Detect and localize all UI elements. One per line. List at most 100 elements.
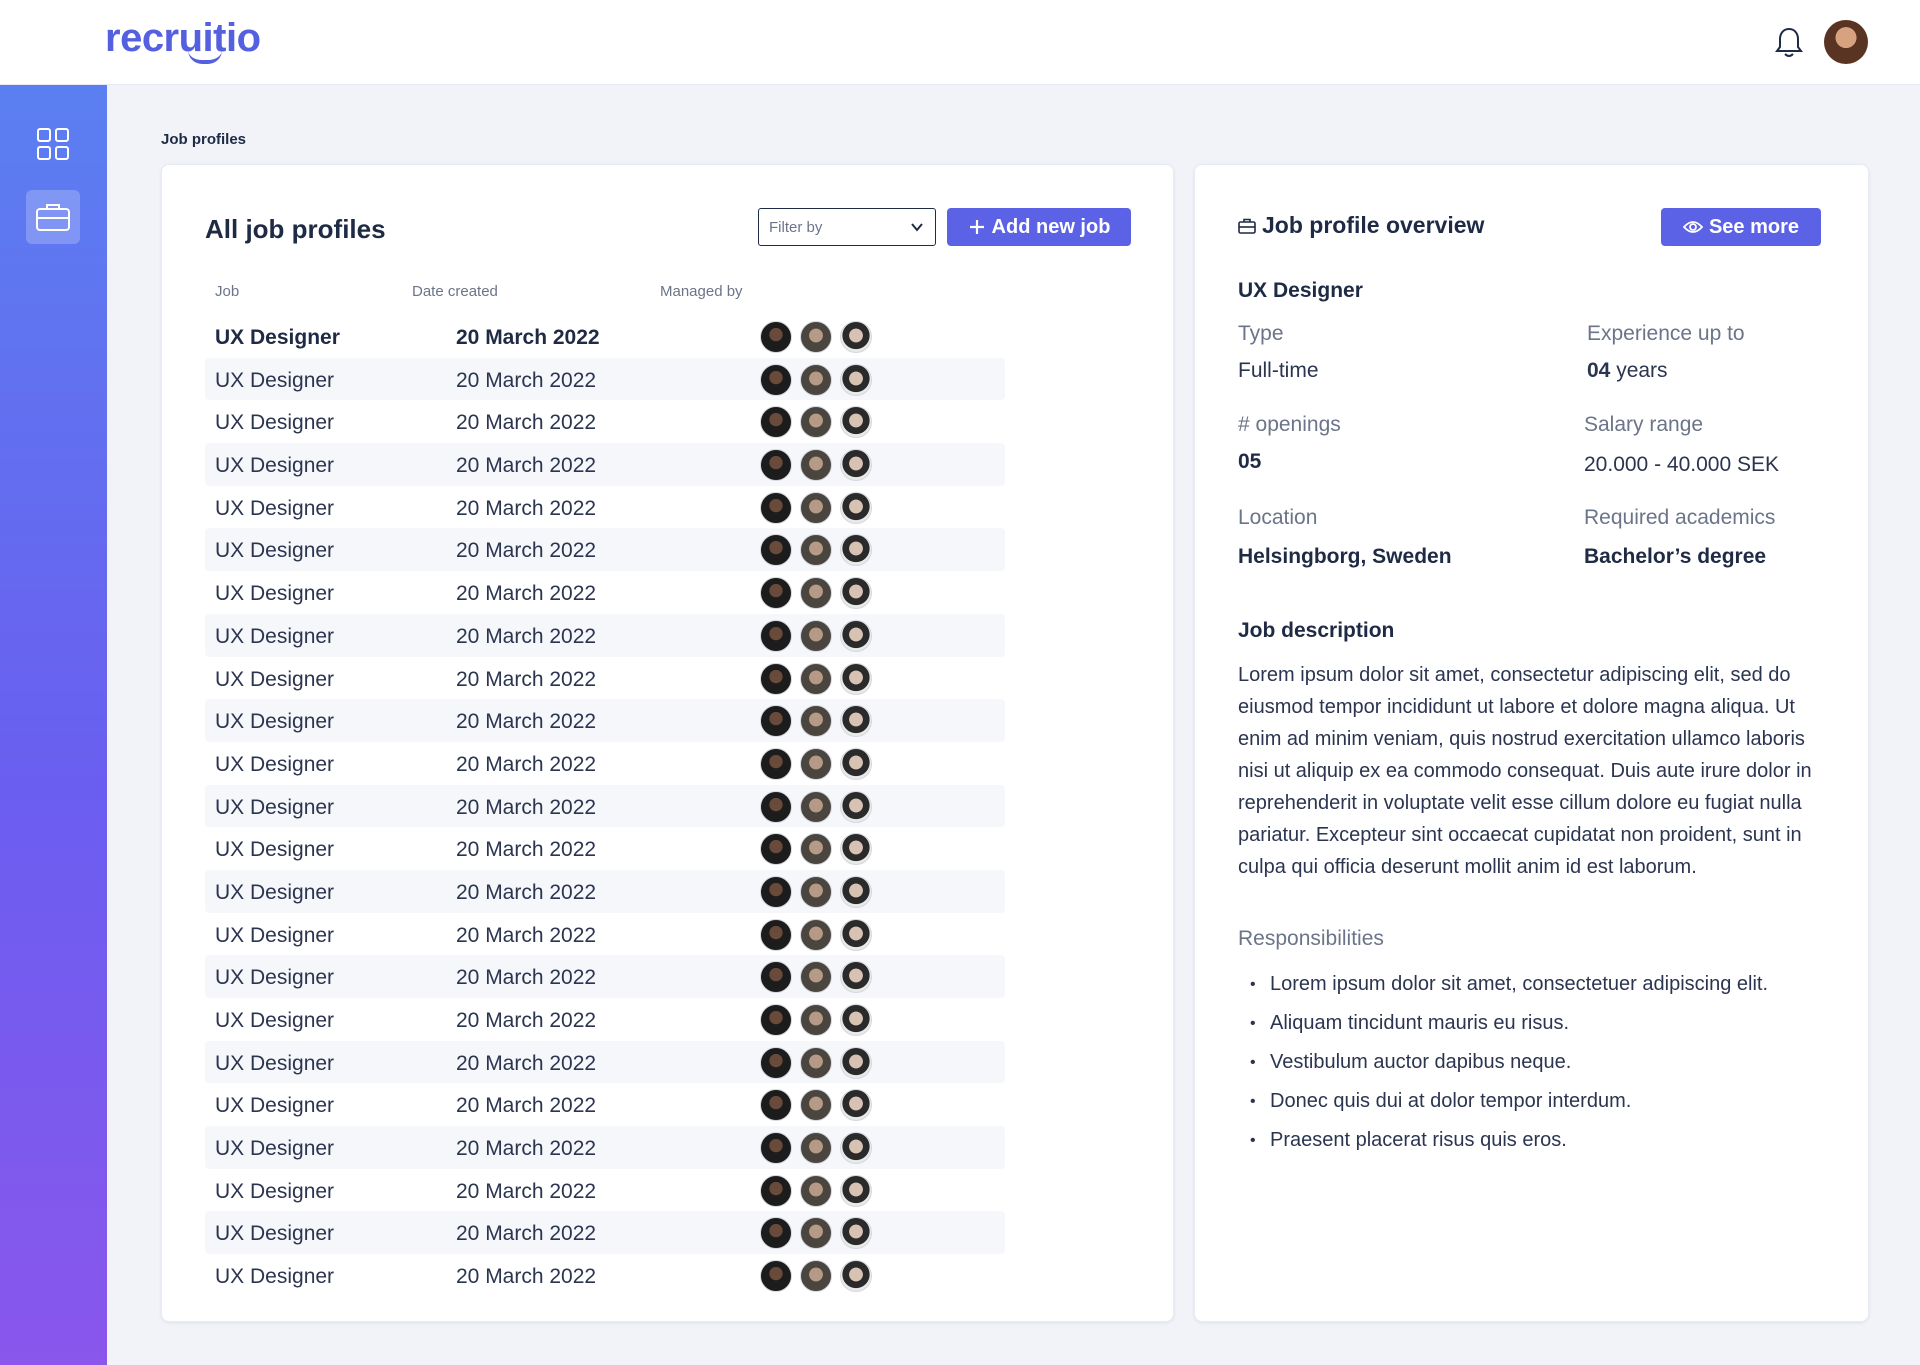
table-row[interactable]: UX Designer 20 March 2022 [205, 699, 1005, 742]
manager-avatar[interactable] [760, 1217, 792, 1250]
table-row[interactable]: UX Designer 20 March 2022 [205, 443, 1005, 486]
table-row[interactable]: UX Designer 20 March 2022 [205, 784, 1005, 828]
manager-avatar[interactable] [760, 747, 792, 780]
manager-avatar[interactable] [800, 534, 832, 567]
manager-avatar[interactable] [760, 619, 792, 652]
manager-avatar[interactable] [800, 961, 832, 994]
manager-avatar[interactable] [840, 363, 872, 396]
manager-avatar[interactable] [800, 1217, 832, 1250]
breadcrumb[interactable]: Job profiles [161, 131, 246, 148]
column-header-date[interactable]: Date created [412, 283, 498, 300]
manager-avatar[interactable] [840, 491, 872, 524]
manager-avatar[interactable] [840, 705, 872, 738]
manager-avatar[interactable] [760, 662, 792, 695]
manager-avatar[interactable] [840, 875, 872, 908]
manager-avatar[interactable] [760, 1260, 792, 1293]
manager-avatar[interactable] [800, 363, 832, 396]
filter-select[interactable]: Filter by [758, 208, 936, 246]
user-avatar[interactable] [1824, 20, 1868, 64]
sidebar-item-jobs[interactable] [26, 190, 80, 244]
manager-avatar[interactable] [800, 449, 832, 482]
table-row[interactable]: UX Designer 20 March 2022 [205, 528, 1005, 572]
manager-avatar[interactable] [840, 918, 872, 951]
table-row[interactable]: UX Designer 20 March 2022 [205, 1254, 1005, 1297]
manager-avatar[interactable] [840, 961, 872, 994]
manager-avatar[interactable] [840, 1174, 872, 1207]
manager-avatar[interactable] [800, 833, 832, 866]
manager-avatar[interactable] [840, 406, 872, 439]
manager-avatar[interactable] [760, 1174, 792, 1207]
manager-avatar[interactable] [760, 449, 792, 482]
manager-avatar[interactable] [840, 1260, 872, 1293]
table-row[interactable]: UX Designer 20 March 2022 [205, 913, 1005, 956]
table-row[interactable]: UX Designer 20 March 2022 [205, 1040, 1005, 1084]
manager-avatar[interactable] [800, 705, 832, 738]
table-row[interactable]: UX Designer 20 March 2022 [205, 400, 1005, 443]
manager-avatar[interactable] [800, 1174, 832, 1207]
manager-avatar[interactable] [840, 449, 872, 482]
table-row[interactable]: UX Designer 20 March 2022 [205, 571, 1005, 614]
manager-avatar[interactable] [760, 577, 792, 610]
table-row[interactable]: UX Designer 20 March 2022 [205, 1083, 1005, 1126]
manager-avatar[interactable] [760, 491, 792, 524]
table-row[interactable]: UX Designer 20 March 2022 [205, 357, 1005, 401]
manager-avatar[interactable] [760, 918, 792, 951]
table-row[interactable]: UX Designer 20 March 2022 [205, 1211, 1005, 1255]
manager-avatar[interactable] [800, 662, 832, 695]
manager-avatar[interactable] [840, 1132, 872, 1165]
manager-avatar[interactable] [840, 1046, 872, 1079]
manager-avatar[interactable] [840, 321, 872, 353]
manager-avatar[interactable] [760, 1132, 792, 1165]
manager-avatar[interactable] [760, 363, 792, 396]
manager-avatar[interactable] [800, 406, 832, 439]
table-row[interactable]: UX Designer 20 March 2022 [205, 657, 1005, 700]
manager-avatar[interactable] [840, 534, 872, 567]
table-row[interactable]: UX Designer 20 March 2022 [205, 869, 1005, 913]
manager-avatar[interactable] [840, 662, 872, 695]
app-logo[interactable]: recruitio [105, 16, 261, 61]
manager-avatar[interactable] [760, 790, 792, 823]
manager-avatar[interactable] [800, 1046, 832, 1079]
table-row[interactable]: UX Designer 20 March 2022 [205, 1126, 1005, 1169]
table-row[interactable]: UX Designer 20 March 2022 [205, 315, 1005, 358]
manager-avatar[interactable] [800, 577, 832, 610]
manager-avatar[interactable] [760, 534, 792, 567]
manager-avatar[interactable] [760, 705, 792, 738]
manager-avatar[interactable] [840, 833, 872, 866]
manager-avatar[interactable] [800, 321, 832, 353]
table-row[interactable]: UX Designer 20 March 2022 [205, 827, 1005, 870]
manager-avatar[interactable] [800, 747, 832, 780]
manager-avatar[interactable] [760, 1089, 792, 1122]
manager-avatar[interactable] [800, 1089, 832, 1122]
manager-avatar[interactable] [800, 790, 832, 823]
manager-avatar[interactable] [800, 619, 832, 652]
manager-avatar[interactable] [800, 1260, 832, 1293]
table-row[interactable]: UX Designer 20 March 2022 [205, 486, 1005, 529]
manager-avatar[interactable] [760, 875, 792, 908]
manager-avatar[interactable] [760, 1004, 792, 1036]
bell-icon[interactable] [1774, 26, 1804, 60]
manager-avatar[interactable] [760, 406, 792, 439]
manager-avatar[interactable] [840, 1089, 872, 1122]
manager-avatar[interactable] [840, 1004, 872, 1036]
column-header-job[interactable]: Job [215, 283, 239, 300]
manager-avatar[interactable] [800, 875, 832, 908]
sidebar-item-dashboard[interactable] [26, 117, 80, 171]
manager-avatar[interactable] [800, 1004, 832, 1036]
table-row[interactable]: UX Designer 20 March 2022 [205, 1169, 1005, 1212]
table-row[interactable]: UX Designer 20 March 2022 [205, 742, 1005, 785]
column-header-managed-by[interactable]: Managed by [660, 283, 743, 300]
table-row[interactable]: UX Designer 20 March 2022 [205, 613, 1005, 657]
manager-avatar[interactable] [760, 321, 792, 353]
manager-avatar[interactable] [840, 577, 872, 610]
manager-avatar[interactable] [840, 790, 872, 823]
manager-avatar[interactable] [800, 491, 832, 524]
manager-avatar[interactable] [840, 619, 872, 652]
manager-avatar[interactable] [760, 833, 792, 866]
add-new-job-button[interactable]: Add new job [947, 208, 1131, 246]
see-more-button[interactable]: See more [1661, 208, 1821, 246]
manager-avatar[interactable] [800, 918, 832, 951]
manager-avatar[interactable] [800, 1132, 832, 1165]
manager-avatar[interactable] [760, 961, 792, 994]
table-row[interactable]: UX Designer 20 March 2022 [205, 955, 1005, 998]
